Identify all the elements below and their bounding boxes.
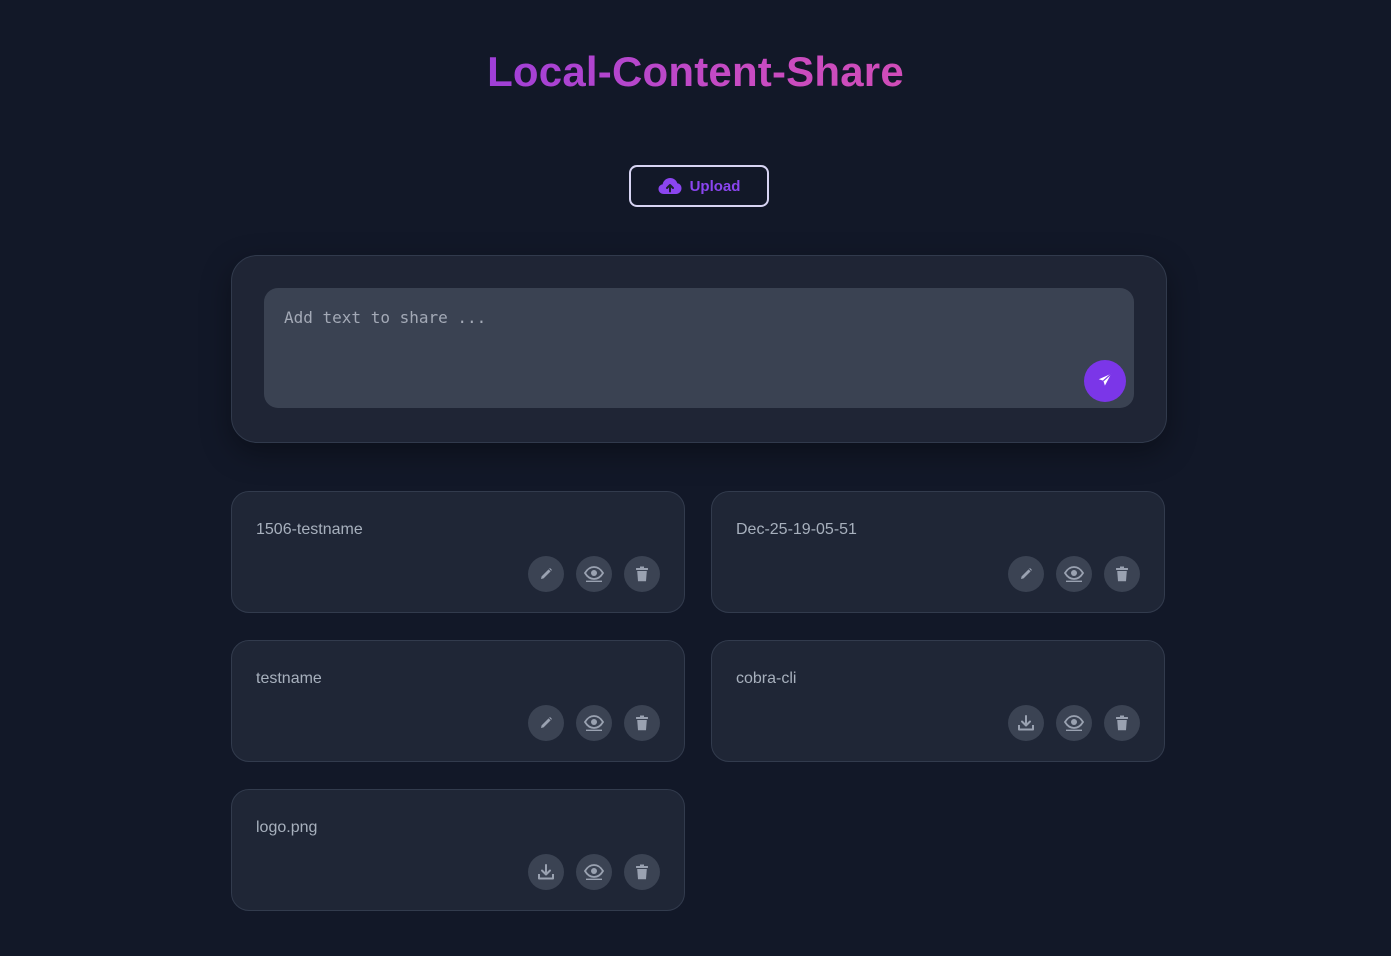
cloud-upload-icon (658, 177, 682, 195)
share-composer (231, 255, 1167, 443)
content-card-name: 1506-testname (256, 521, 363, 538)
share-text-input[interactable] (264, 288, 1134, 408)
view-button[interactable] (576, 854, 612, 890)
trash-icon (1115, 566, 1129, 582)
content-card: Dec-25-19-05-51 (711, 491, 1165, 613)
content-card-name: testname (256, 670, 322, 687)
upload-button[interactable]: Upload (629, 165, 769, 207)
view-button[interactable] (1056, 556, 1092, 592)
page-title: Local-Content-Share (0, 44, 1391, 100)
edit-button[interactable] (1008, 556, 1044, 592)
view-button[interactable] (576, 556, 612, 592)
eye-icon (584, 715, 604, 731)
content-card: cobra-cli (711, 640, 1165, 762)
page: Local-Content-Share Upload 1506-testname (0, 0, 1391, 956)
delete-button[interactable] (624, 705, 660, 741)
trash-icon (635, 864, 649, 880)
upload-label: Upload (689, 177, 741, 195)
edit-button[interactable] (528, 556, 564, 592)
content-card: logo.png (231, 789, 685, 911)
page-title-text: Local-Content-Share (487, 48, 904, 95)
pencil-icon (539, 567, 553, 581)
download-button[interactable] (528, 854, 564, 890)
eye-icon (584, 566, 604, 582)
eye-icon (1064, 715, 1084, 731)
delete-button[interactable] (624, 854, 660, 890)
eye-icon (584, 864, 604, 880)
trash-icon (635, 715, 649, 731)
delete-button[interactable] (1104, 705, 1140, 741)
content-card: testname (231, 640, 685, 762)
content-card-name: cobra-cli (736, 670, 797, 687)
eye-icon (1064, 566, 1084, 582)
edit-button[interactable] (528, 705, 564, 741)
delete-button[interactable] (1104, 556, 1140, 592)
pencil-icon (1019, 567, 1033, 581)
view-button[interactable] (576, 705, 612, 741)
view-button[interactable] (1056, 705, 1092, 741)
content-card-name: Dec-25-19-05-51 (736, 521, 857, 538)
send-button[interactable] (1084, 360, 1126, 402)
trash-icon (1115, 715, 1129, 731)
trash-icon (635, 566, 649, 582)
paper-plane-icon (1098, 372, 1112, 390)
pencil-icon (539, 716, 553, 730)
download-button[interactable] (1008, 705, 1044, 741)
download-icon (1017, 715, 1035, 731)
download-icon (537, 864, 555, 880)
content-card-name: logo.png (256, 819, 318, 836)
delete-button[interactable] (624, 556, 660, 592)
content-card: 1506-testname (231, 491, 685, 613)
